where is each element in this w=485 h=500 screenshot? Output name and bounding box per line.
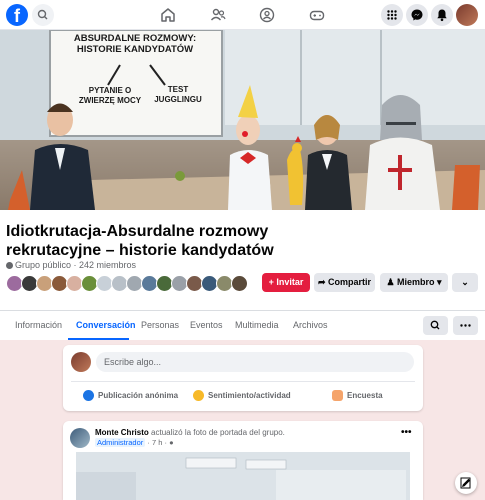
gaming-icon[interactable] (307, 5, 327, 25)
member-label: Miembro (397, 277, 435, 287)
anonymous-icon (83, 390, 94, 401)
share-icon: ➦ (317, 277, 329, 287)
group-title[interactable]: Idiotkrutacja-Absurdalne rozmowy rekruta… (6, 222, 306, 260)
member-avatar[interactable] (231, 275, 248, 292)
friends-icon[interactable] (208, 5, 228, 25)
divider (71, 381, 415, 382)
invite-button[interactable]: + Invitar (262, 273, 310, 292)
menu-button[interactable] (381, 4, 403, 26)
menu-grid-icon (387, 10, 397, 20)
feed-post: Monte Christo actualizó la foto de porta… (63, 421, 423, 500)
group-meta-text: Grupo público · 242 miembros (15, 260, 137, 270)
tab-multimedia[interactable]: Multimedia (235, 320, 279, 330)
tab-eventos[interactable]: Eventos (190, 320, 223, 330)
active-tab-indicator (68, 338, 129, 340)
group-header: Idiotkrutacja-Absurdalne rozmowy rekruta… (0, 210, 485, 340)
cover-illustration (0, 30, 485, 210)
chevron-down-icon: ⌄ (461, 277, 469, 287)
share-label: Compartir (328, 277, 372, 287)
tab-informacion[interactable]: Información (15, 320, 62, 330)
post-image[interactable] (76, 452, 410, 500)
group-tabs: Información Conversación Personas Evento… (0, 310, 485, 340)
member-avatars[interactable] (6, 275, 256, 292)
post-action: actualizó la foto de portada del grupo. (151, 428, 285, 437)
more-options-button[interactable]: ⌄ (452, 273, 478, 292)
feeling-activity-button[interactable]: Sentimiento/actividad (193, 390, 291, 401)
tab-more-button[interactable] (453, 316, 478, 335)
post-composer: Escribe algo... Publicación anónima Sent… (63, 345, 423, 411)
post-options-button[interactable]: ••• (401, 427, 412, 438)
compose-icon (460, 477, 471, 489)
search-button[interactable] (32, 4, 54, 26)
more-icon (460, 324, 471, 327)
admin-badge: Administrador (95, 438, 146, 447)
share-button[interactable]: ➦ Compartir (314, 273, 375, 292)
avatar[interactable] (71, 352, 91, 372)
post-image-illustration (76, 452, 410, 500)
post-header: Monte Christo actualizó la foto de porta… (95, 428, 285, 437)
post-time[interactable]: · 7 h · (147, 438, 167, 447)
post-subheader: Administrador · 7 h · ● (95, 438, 174, 447)
member-icon: ♟ (386, 277, 398, 287)
whiteboard-right-note: TEST JUGGLINGU (154, 85, 202, 104)
messenger-button[interactable] (406, 4, 428, 26)
group-meta: Grupo público · 242 miembros (6, 260, 136, 270)
poll-label: Encuesta (347, 391, 383, 400)
write-something-input[interactable]: Escribe algo... (96, 352, 414, 372)
globe-icon: ● (169, 438, 174, 447)
post-author[interactable]: Monte Christo (95, 428, 149, 437)
search-icon (37, 9, 48, 20)
poll-icon (332, 390, 343, 401)
poll-button[interactable]: Encuesta (332, 390, 383, 401)
whiteboard-title: ABSURDALNE ROZMOWY: HISTORIE KANDYDATÓW (73, 33, 197, 55)
globe-icon (6, 262, 13, 269)
group-cover-photo: ABSURDALNE ROZMOWY: HISTORIE KANDYDATÓW … (0, 30, 485, 210)
facebook-logo[interactable]: f (6, 4, 28, 26)
caret-down-icon: ▾ (434, 277, 442, 287)
messenger-icon (411, 9, 423, 21)
smiley-icon (193, 390, 204, 401)
notifications-icon (437, 9, 447, 22)
tab-archivos[interactable]: Archivos (293, 320, 328, 330)
tab-personas[interactable]: Personas (141, 320, 179, 330)
groups-icon[interactable] (257, 5, 277, 25)
feeling-activity-label: Sentimiento/actividad (208, 391, 291, 400)
profile-avatar[interactable] (456, 4, 478, 26)
tab-conversacion[interactable]: Conversación (76, 320, 136, 330)
avatar[interactable] (70, 428, 90, 448)
top-navigation-bar: f (0, 0, 485, 30)
anonymous-post-label: Publicación anónima (98, 391, 179, 400)
new-message-button[interactable] (455, 472, 477, 494)
group-search-button[interactable] (423, 316, 448, 335)
search-icon (430, 320, 440, 330)
anonymous-post-button[interactable]: Publicación anónima (83, 390, 178, 401)
notifications-button[interactable] (431, 4, 453, 26)
member-status-button[interactable]: ♟ Miembro ▾ (380, 273, 448, 292)
whiteboard-left-note: PYTANIE O ZWIERZĘ MOCY (78, 86, 142, 105)
home-icon[interactable] (158, 5, 178, 25)
